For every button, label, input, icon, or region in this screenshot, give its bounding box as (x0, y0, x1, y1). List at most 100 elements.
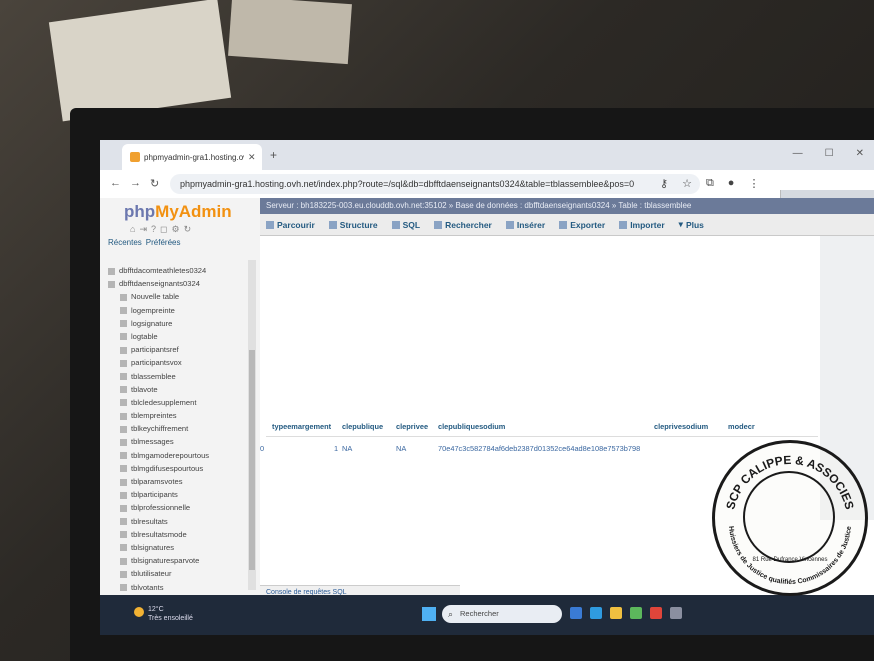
tree-node[interactable]: tblempreintes (108, 409, 248, 422)
store-icon[interactable] (630, 607, 642, 619)
tree-node[interactable]: tblvotants (108, 581, 248, 594)
stamp-top-text: SCP CALIPPE & ASSOCIES (723, 453, 856, 511)
tree-node[interactable]: logsignature (108, 317, 248, 330)
browse-icon (266, 220, 274, 229)
tab-preferees[interactable]: Préférées (146, 238, 181, 247)
tree-node[interactable]: dbfftdacomteathletes0324 (108, 264, 248, 277)
navigation-panel: phpMyAdmin ⌂ ⇥ ? ◻ ⚙ ↻ Récentes Préférée… (100, 198, 261, 635)
database-icon (108, 267, 115, 275)
windows-start-icon[interactable] (422, 607, 436, 621)
edge-icon[interactable] (590, 607, 602, 619)
tree-node[interactable]: tblassemblee (108, 370, 248, 383)
tab-exporter[interactable]: Exporter (559, 220, 605, 230)
tree-node[interactable]: tblmgamoderepourtous (108, 449, 248, 462)
table-icon (120, 346, 127, 354)
maximize-icon[interactable]: ☐ (825, 148, 834, 159)
url-text: phpmyadmin-gra1.hosting.ovh.net/index.ph… (180, 179, 635, 189)
forward-icon[interactable]: → (130, 177, 141, 189)
tab-parcourir[interactable]: Parcourir (266, 220, 315, 230)
table-icon (120, 478, 127, 486)
tree-node[interactable]: tblresultatsmode (108, 528, 248, 541)
scrollbar-thumb[interactable] (249, 350, 255, 570)
column-header[interactable]: cleprivee (396, 422, 428, 431)
column-header[interactable]: typeemargement (272, 422, 331, 431)
new-table-icon (120, 293, 127, 301)
tab-sql[interactable]: SQL (391, 220, 420, 230)
file-explorer-icon[interactable] (610, 607, 622, 619)
paper-document (228, 0, 352, 65)
star-icon[interactable]: ☆ (682, 177, 692, 190)
breadcrumb-text[interactable]: Serveur : bh183225-003.eu.clouddb.ovh.ne… (266, 201, 691, 210)
structure-icon (328, 220, 337, 229)
logout-icon[interactable]: ⇥ (139, 224, 147, 235)
tree-node[interactable]: tblresultats (108, 515, 248, 528)
close-window-icon[interactable]: ✕ (856, 148, 864, 159)
nav-scrollbar[interactable] (248, 260, 256, 590)
search-placeholder: Rechercher (460, 609, 499, 618)
table-icon (120, 452, 127, 460)
help-icon[interactable]: ? (151, 224, 156, 235)
tree-node[interactable]: tblmessages (108, 435, 248, 448)
profile-icon[interactable]: ● (728, 177, 735, 190)
docs-icon[interactable]: ◻ (160, 224, 167, 235)
reload-nav-icon[interactable]: ↻ (184, 224, 192, 235)
extensions-icon[interactable]: ⧉ (706, 177, 714, 190)
tree-node[interactable]: tblparticipants (108, 488, 248, 501)
table-cell: 1 (334, 444, 339, 453)
tab-plus[interactable]: ▾ Plus (679, 219, 704, 230)
reload-icon[interactable]: ↻ (150, 177, 159, 190)
tab-recentes[interactable]: Récentes (108, 238, 142, 247)
menu-icon[interactable]: ⋮ (748, 177, 759, 190)
import-icon (619, 220, 628, 229)
column-header[interactable]: clepubliquesodium (438, 422, 505, 431)
tree-node[interactable]: Nouvelle table (108, 290, 248, 303)
address-bar: ← → ↻ phpmyadmin-gra1.hosting.ovh.net/in… (100, 170, 874, 199)
column-header[interactable]: cleprivesodium (654, 422, 708, 431)
tree-node[interactable]: tblutilisateur (108, 567, 248, 580)
tree-node[interactable]: tblmgdifusespourtous (108, 462, 248, 475)
browser-tab-bar: phpmyadmin-gra1.hosting.ovh ✕ + — ☐ ✕ (100, 140, 874, 170)
tree-node[interactable]: participantsvox (108, 356, 248, 369)
browser-tab[interactable]: phpmyadmin-gra1.hosting.ovh ✕ (122, 144, 262, 170)
back-icon[interactable]: ← (110, 177, 121, 189)
table-icon (120, 504, 127, 512)
new-tab-icon[interactable]: + (270, 148, 277, 162)
tree-node[interactable]: participantsref (108, 343, 248, 356)
key-icon[interactable]: ⚷ (660, 177, 668, 190)
sun-icon (134, 607, 144, 617)
table-header: typeemargement clepublique cleprivee cle… (266, 422, 818, 437)
tab-rechercher[interactable]: Rechercher (434, 220, 492, 230)
tree-node[interactable]: dbfftdaenseignants0324 (108, 277, 248, 290)
phpmyadmin-logo[interactable]: phpMyAdmin (124, 202, 232, 222)
settings-icon[interactable]: ⚙ (171, 224, 179, 235)
tab-inserer[interactable]: Insérer (505, 220, 545, 230)
tree-node[interactable]: tblcledesupplement (108, 396, 248, 409)
column-header[interactable]: clepublique (342, 422, 383, 431)
search-icon: ⌕ (448, 609, 454, 619)
table-icon (120, 531, 127, 539)
tree-node[interactable]: tblparamsvotes (108, 475, 248, 488)
tree-node[interactable]: logtable (108, 330, 248, 343)
nav-icons: ⌂ ⇥ ? ◻ ⚙ ↻ (130, 224, 191, 235)
app-icon[interactable] (670, 607, 682, 619)
minimize-icon[interactable]: — (793, 148, 803, 159)
home-icon[interactable]: ⌂ (130, 224, 135, 235)
chrome-icon[interactable] (650, 607, 662, 619)
table-icon (120, 491, 127, 499)
tree-node[interactable]: tblkeychiffrement (108, 422, 248, 435)
tree-node[interactable]: logempreinte (108, 304, 248, 317)
url-input[interactable]: phpmyadmin-gra1.hosting.ovh.net/index.ph… (170, 174, 700, 194)
tab-structure[interactable]: Structure (328, 220, 378, 230)
task-view-icon[interactable] (570, 607, 582, 619)
taskbar-search[interactable]: ⌕ Rechercher (442, 605, 562, 623)
weather-widget[interactable]: 12°C Très ensoleillé (148, 605, 193, 623)
database-tree: dbfftdacomteathletes0324 dbfftdaenseigna… (108, 264, 248, 607)
tree-node[interactable]: tblsignaturesparvote (108, 554, 248, 567)
column-header[interactable]: modecr (728, 422, 755, 431)
table-icon (120, 557, 127, 565)
tree-node[interactable]: tblsignatures (108, 541, 248, 554)
close-icon[interactable]: ✕ (248, 152, 256, 163)
tab-importer[interactable]: Importer (619, 220, 665, 230)
tree-node[interactable]: tblavote (108, 383, 248, 396)
tree-node[interactable]: tblprofessionnelle (108, 501, 248, 514)
